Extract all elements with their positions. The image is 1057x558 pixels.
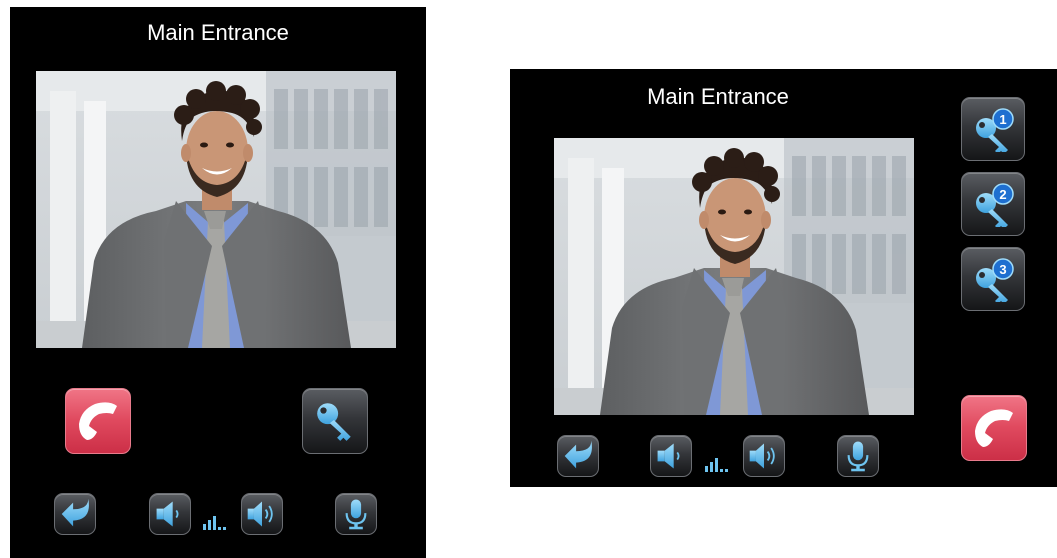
back-button[interactable] xyxy=(557,435,599,477)
volume-level-indicator xyxy=(202,510,228,535)
microphone-icon xyxy=(847,440,869,473)
signal-level-icon xyxy=(203,516,226,530)
key-number-label: 1 xyxy=(999,112,1006,127)
door-key-2-button[interactable]: 2 xyxy=(961,172,1025,236)
hangup-button[interactable] xyxy=(65,388,131,454)
microphone-icon xyxy=(345,498,367,531)
speaker-high-icon xyxy=(246,500,273,528)
volume-level-indicator xyxy=(704,452,730,477)
signal-level-icon xyxy=(705,458,728,472)
microphone-button[interactable] xyxy=(837,435,879,477)
screen-title: Main Entrance xyxy=(647,84,789,109)
back-arrow-icon xyxy=(61,498,89,527)
unlock-door-button[interactable] xyxy=(302,388,368,454)
intercom-screen-landscape: Main Entrance 1 2 3 xyxy=(510,69,1057,487)
volume-down-button[interactable] xyxy=(650,435,692,477)
phone-hangup-icon xyxy=(79,402,117,440)
speaker-low-icon xyxy=(155,500,179,528)
key-3-icon: 3 xyxy=(976,258,1014,302)
volume-up-button[interactable] xyxy=(743,435,785,477)
camera-video-feed xyxy=(36,71,396,348)
key-1-icon: 1 xyxy=(976,108,1014,152)
microphone-button[interactable] xyxy=(335,493,377,535)
key-number-label: 2 xyxy=(999,187,1006,202)
key-icon xyxy=(317,403,351,441)
back-arrow-icon xyxy=(564,440,592,469)
volume-down-button[interactable] xyxy=(149,493,191,535)
hangup-button[interactable] xyxy=(961,395,1027,461)
door-key-1-button[interactable]: 1 xyxy=(961,97,1025,161)
key-number-label: 3 xyxy=(999,262,1006,277)
screen-title: Main Entrance xyxy=(147,20,289,45)
phone-hangup-icon xyxy=(975,409,1013,447)
back-button[interactable] xyxy=(54,493,96,535)
volume-up-button[interactable] xyxy=(241,493,283,535)
door-key-3-button[interactable]: 3 xyxy=(961,247,1025,311)
key-2-icon: 2 xyxy=(976,183,1014,227)
speaker-low-icon xyxy=(656,442,680,470)
intercom-screen-portrait: Main Entrance xyxy=(10,7,426,558)
camera-video-feed xyxy=(554,138,914,415)
speaker-high-icon xyxy=(748,442,775,470)
